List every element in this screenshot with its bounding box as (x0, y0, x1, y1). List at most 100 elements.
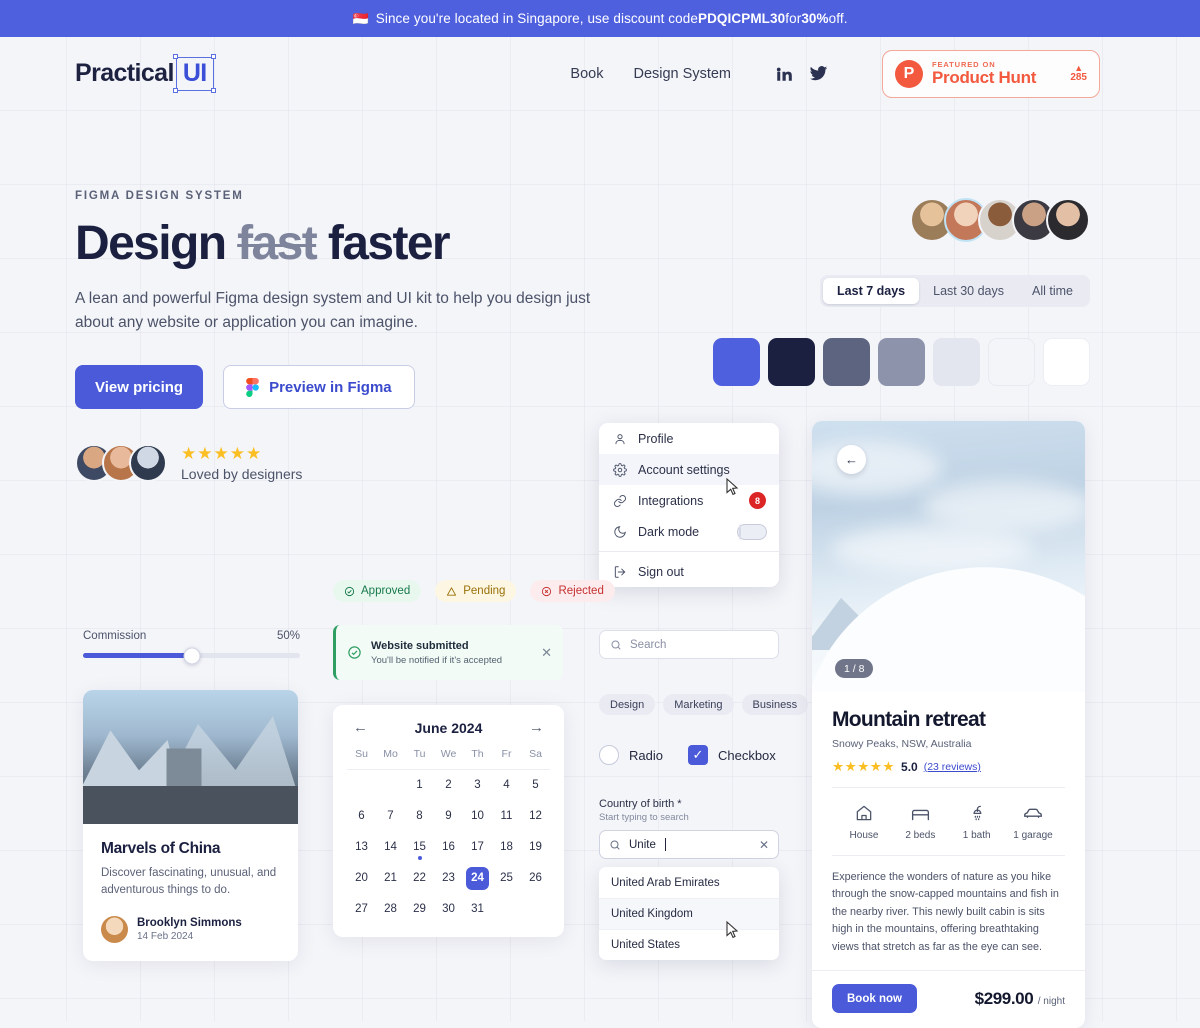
preview-in-figma-button[interactable]: Preview in Figma (223, 365, 415, 410)
calendar-day-2[interactable]: 2 (434, 770, 463, 801)
segment-all-time[interactable]: All time (1018, 278, 1087, 304)
calendar-day-11[interactable]: 11 (492, 801, 521, 832)
property-description: Experience the wonders of nature as you … (832, 871, 1059, 953)
status-badge-pending[interactable]: Pending (435, 580, 517, 602)
status-badge-approved[interactable]: Approved (333, 580, 422, 602)
product-hunt-icon: P (895, 59, 923, 88)
avatar-group (910, 198, 1090, 242)
avatar[interactable] (1046, 198, 1090, 242)
calendar-day-24[interactable]: 24 (463, 863, 492, 894)
calendar-day-number: 10 (471, 810, 484, 822)
calendar-day-empty (376, 770, 405, 801)
calendar-day-27[interactable]: 27 (347, 894, 376, 925)
option-united-arab-emirates[interactable]: United Arab Emirates (599, 867, 779, 898)
calendar-day-17[interactable]: 17 (463, 832, 492, 863)
view-pricing-button[interactable]: View pricing (75, 365, 204, 410)
swatch-brand[interactable] (713, 338, 760, 386)
product-hunt-vote-count: 285 (1070, 72, 1087, 83)
calendar-day-29[interactable]: 29 (405, 894, 434, 925)
calendar-day-4[interactable]: 4 (492, 770, 521, 801)
linkedin-icon[interactable] (775, 65, 793, 83)
choice-controls: Radio ✓ Checkbox (599, 745, 776, 765)
calendar-day-8[interactable]: 8 (405, 801, 434, 832)
option-united-kingdom[interactable]: United Kingdom (599, 898, 779, 929)
twitter-icon[interactable] (809, 64, 828, 83)
calendar-day-21[interactable]: 21 (376, 863, 405, 894)
calendar-day-13[interactable]: 13 (347, 832, 376, 863)
calendar-day-5[interactable]: 5 (521, 770, 550, 801)
calendar-day-1[interactable]: 1 (405, 770, 434, 801)
calendar-day-31[interactable]: 31 (463, 894, 492, 925)
checkbox-option[interactable]: ✓ Checkbox (687, 745, 776, 765)
calendar-day-26[interactable]: 26 (521, 863, 550, 894)
country-search-input[interactable]: Unite ✕ (599, 830, 779, 859)
segment-last-7-days[interactable]: Last 7 days (823, 278, 920, 304)
menu-item-sign-out[interactable]: Sign out (599, 556, 779, 587)
calendar-day-18[interactable]: 18 (492, 832, 521, 863)
success-alert: Website submitted You'll be notified if … (333, 625, 563, 680)
dark-mode-toggle[interactable] (737, 523, 767, 540)
calendar-day-6[interactable]: 6 (347, 801, 376, 832)
calendar-day-number: 12 (529, 810, 542, 822)
swatch-navy[interactable] (768, 338, 815, 386)
calendar-day-19[interactable]: 19 (521, 832, 550, 863)
date-picker-calendar: ← June 2024 → Su Mo Tu We Th Fr Sa 12345… (333, 705, 564, 937)
calendar-next-button[interactable]: → (529, 719, 544, 736)
status-badge-rejected[interactable]: Rejected (530, 580, 615, 602)
feature-house: House (836, 802, 892, 841)
chip-marketing[interactable]: Marketing (663, 694, 734, 715)
logo[interactable]: Practical UI (75, 54, 217, 93)
weekday-th: Th (471, 748, 484, 760)
chip-design[interactable]: Design (599, 694, 656, 715)
slider-handle[interactable] (183, 647, 200, 664)
option-united-states[interactable]: United States (599, 929, 779, 960)
radio-icon[interactable] (599, 745, 619, 765)
slider-track[interactable] (83, 647, 300, 664)
article-card[interactable]: Marvels of China Discover fascinating, u… (83, 690, 298, 961)
calendar-day-16[interactable]: 16 (434, 832, 463, 863)
calendar-day-20[interactable]: 20 (347, 863, 376, 894)
nav-item-design-system[interactable]: Design System (633, 66, 731, 82)
menu-item-profile[interactable]: Profile (599, 423, 779, 454)
menu-item-dark-mode[interactable]: Dark mode (599, 516, 779, 547)
segment-last-30-days[interactable]: Last 30 days (919, 278, 1018, 304)
calendar-day-15[interactable]: 15 (405, 832, 434, 863)
search-input[interactable]: Search (599, 630, 779, 659)
swatch-slate[interactable] (823, 338, 870, 386)
clear-icon[interactable]: ✕ (759, 838, 769, 852)
calendar-day-23[interactable]: 23 (434, 863, 463, 894)
calendar-day-9[interactable]: 9 (434, 801, 463, 832)
calendar-day-3[interactable]: 3 (463, 770, 492, 801)
reviews-link[interactable]: (23 reviews) (924, 761, 981, 773)
property-rating: ★★★★★ 5.0 (23 reviews) (832, 759, 1065, 775)
title-strikethrough: fast (237, 217, 318, 270)
swatch-lighter[interactable] (988, 338, 1035, 386)
back-button[interactable]: ← (837, 445, 866, 474)
nav-item-book[interactable]: Book (570, 66, 603, 82)
calendar-day-25[interactable]: 25 (492, 863, 521, 894)
close-icon[interactable]: ✕ (541, 645, 552, 661)
menu-item-account-settings[interactable]: Account settings (599, 454, 779, 485)
calendar-day-14[interactable]: 14 (376, 832, 405, 863)
swatch-gray[interactable] (878, 338, 925, 386)
calendar-day-12[interactable]: 12 (521, 801, 550, 832)
checkbox-icon[interactable]: ✓ (687, 745, 708, 765)
radio-option[interactable]: Radio (599, 745, 663, 765)
calendar-day-28[interactable]: 28 (376, 894, 405, 925)
calendar-day-number: 22 (413, 872, 426, 884)
menu-item-label: Sign out (638, 564, 684, 579)
swatch-light[interactable] (933, 338, 980, 386)
calendar-day-7[interactable]: 7 (376, 801, 405, 832)
calendar-prev-button[interactable]: ← (353, 719, 368, 736)
menu-item-integrations[interactable]: Integrations 8 (599, 485, 779, 516)
chip-business[interactable]: Business (741, 694, 809, 715)
calendar-day-22[interactable]: 22 (405, 863, 434, 894)
calendar-day-30[interactable]: 30 (434, 894, 463, 925)
author-name: Brooklyn Simmons (137, 916, 242, 929)
commission-slider: Commission 50% (83, 630, 300, 664)
product-hunt-badge[interactable]: P FEATURED ON Product Hunt ▲ 285 (882, 49, 1100, 98)
book-now-button[interactable]: Book now (832, 984, 917, 1014)
calendar-day-10[interactable]: 10 (463, 801, 492, 832)
swatch-white[interactable] (1043, 338, 1090, 386)
designer-avatars (75, 444, 167, 483)
